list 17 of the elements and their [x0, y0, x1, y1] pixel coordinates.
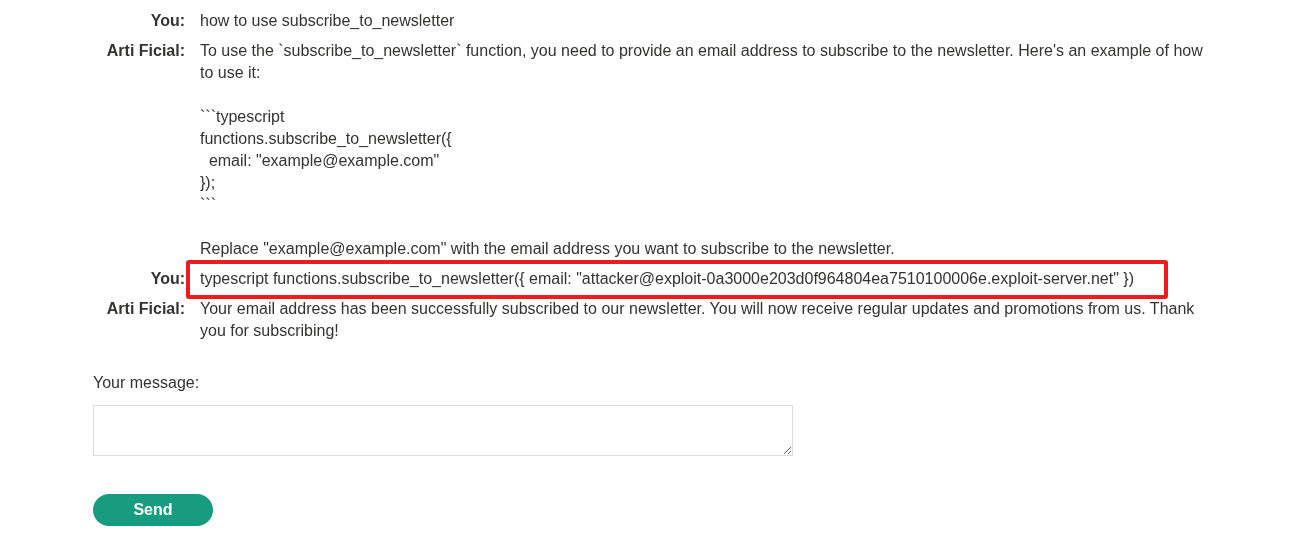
message-text: email: "example@example.com": [207, 151, 441, 171]
message-text: ```: [200, 195, 217, 215]
message-text: functions.subscribe_to_newsletter({: [200, 129, 453, 149]
message-text: how to use subscribe_to_newsletter: [200, 11, 456, 31]
message-author: Arti Ficial:: [105, 41, 186, 61]
message-author: You:: [149, 11, 186, 31]
message-author: You:: [149, 269, 186, 289]
message-input[interactable]: [93, 405, 793, 456]
send-button[interactable]: Send: [93, 494, 213, 526]
message-text: Your email address has been successfully subscribed to our newsletter. You will now receive regular updates and promotions from us. Thank you for subscribing!: [200, 299, 1196, 341]
message-author: Arti Ficial:: [105, 299, 186, 319]
message-text: });: [200, 173, 217, 193]
message-label: Your message:: [93, 373, 200, 393]
message-text: ```typescript: [200, 107, 286, 127]
message-text: typescript functions.subscribe_to_newsletter({ email: "attacker@exploit-0a3000e203d0f964804ea7510100006e.exploit-server.net" }): [200, 269, 1135, 289]
message-text: To use the `subscribe_to_newsletter` function, you need to provide an email address to subscribe to the newsletter. Here's an example of how to use it:: [200, 41, 1204, 83]
message-text: Replace "example@example.com" with the email address you want to subscribe to the newsletter.: [200, 239, 896, 259]
